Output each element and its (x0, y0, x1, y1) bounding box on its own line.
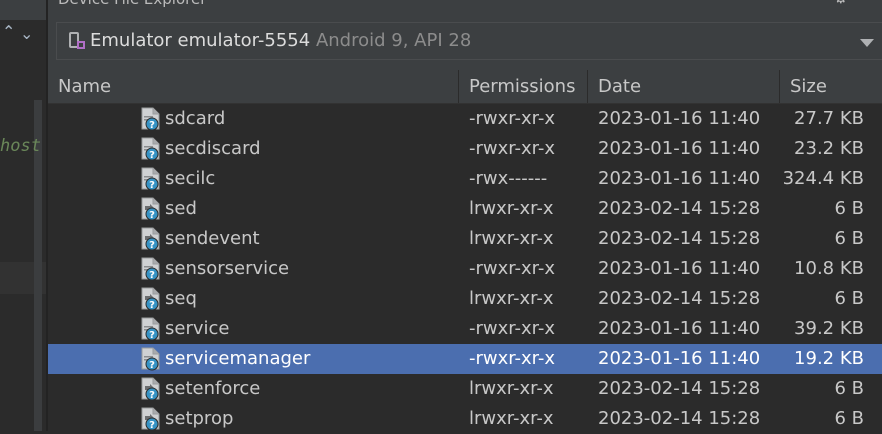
file-permissions: -rwxr-xr-x (469, 108, 556, 129)
file-permissions: lrwxr-xr-x (469, 228, 554, 249)
table-header: Name Permissions Date Size (48, 70, 882, 104)
settings-icon[interactable]: ⚙ (834, 0, 848, 7)
file-date: 2023-01-16 11:40 (598, 108, 761, 129)
emulator-badge-icon (77, 41, 85, 49)
table-row[interactable]: ? seq lrwxr-xr-x 2023-02-14 15:28 6 B (48, 284, 882, 314)
table-row[interactable]: ? setprop lrwxr-xr-x 2023-02-14 15:28 6 B (48, 404, 882, 434)
table-row[interactable]: ? secilc -rwx------ 2023-01-16 11:40 324.4 … (48, 164, 882, 194)
file-name: setenforce (165, 378, 261, 399)
file-permissions: -rwxr-xr-x (469, 348, 556, 369)
editor-strip: ⌃ ⌄ host (0, 0, 46, 431)
file-size: 23.2 KB (794, 138, 864, 159)
column-header-name[interactable]: Name (48, 70, 458, 103)
file-unknown-icon: ? (141, 107, 160, 131)
svg-text:?: ? (149, 300, 155, 311)
svg-text:?: ? (149, 270, 155, 281)
column-header-size[interactable]: Size (780, 70, 882, 103)
svg-text:?: ? (149, 180, 155, 191)
table-row[interactable]: ? sed lrwxr-xr-x 2023-02-14 15:28 6 B (48, 194, 882, 224)
dropdown-arrow-icon[interactable] (860, 39, 874, 47)
file-unknown-icon: ? (141, 317, 160, 341)
svg-text:?: ? (149, 360, 155, 371)
svg-text:?: ? (149, 390, 155, 401)
device-file-explorer-panel: Device File Explorer ⚙ Emulator emulator… (48, 0, 882, 431)
file-link-icon: ? (141, 377, 160, 401)
file-link-icon: ? (141, 407, 160, 431)
file-date: 2023-01-16 11:40 (598, 318, 761, 339)
file-size: 27.7 KB (794, 108, 864, 129)
file-permissions: lrwxr-xr-x (469, 288, 554, 309)
file-date: 2023-02-14 15:28 (598, 228, 761, 249)
file-size: 6 B (834, 228, 864, 249)
file-size: 6 B (834, 198, 864, 219)
file-unknown-icon: ? (141, 347, 160, 371)
file-date: 2023-01-16 11:40 (598, 348, 761, 369)
file-date: 2023-01-16 11:40 (598, 138, 761, 159)
file-date: 2023-02-14 15:28 (598, 288, 761, 309)
editor-tab-bar (0, 0, 46, 20)
device-label: Emulator emulator-5554 Android 9, API 28 (90, 30, 471, 51)
file-size: 10.8 KB (794, 258, 864, 279)
file-permissions: -rwxr-xr-x (469, 318, 556, 339)
file-size: 39.2 KB (794, 318, 864, 339)
svg-text:?: ? (149, 210, 155, 221)
file-name: secdiscard (165, 138, 261, 159)
editor-code-fragment: host (0, 136, 41, 156)
file-permissions: -rwxr-xr-x (469, 258, 556, 279)
table-row[interactable]: ? secdiscard -rwxr-xr-x 2023-01-16 11:40 23… (48, 134, 882, 164)
file-size: 6 B (834, 288, 864, 309)
file-name: sdcard (165, 108, 226, 129)
column-header-permissions[interactable]: Permissions (459, 70, 587, 103)
svg-text:?: ? (149, 330, 155, 341)
file-unknown-icon: ? (141, 137, 160, 161)
file-name: sed (165, 198, 197, 219)
file-date: 2023-01-16 11:40 (598, 258, 761, 279)
panel-title: Device File Explorer (58, 0, 206, 8)
file-permissions: -rwxr-xr-x (469, 138, 556, 159)
file-size: 19.2 KB (794, 348, 864, 369)
file-name: seq (165, 288, 197, 309)
file-size: 6 B (834, 408, 864, 429)
table-row[interactable]: ? servicemanager -rwxr-xr-x 2023-01-16 11:… (48, 344, 882, 374)
file-link-icon: ? (141, 227, 160, 251)
file-date: 2023-01-16 11:40 (598, 168, 761, 189)
table-row[interactable]: ? sensorservice -rwxr-xr-x 2023-01-16 11:4… (48, 254, 882, 284)
file-date: 2023-02-14 15:28 (598, 408, 761, 429)
svg-text:?: ? (149, 240, 155, 251)
svg-text:?: ? (149, 420, 155, 431)
device-name: Emulator emulator-5554 (90, 30, 311, 51)
file-permissions: lrwxr-xr-x (469, 198, 554, 219)
file-permissions: -rwx------ (469, 168, 548, 189)
device-api: Android 9, API 28 (315, 30, 472, 51)
file-unknown-icon: ? (141, 257, 160, 281)
device-selector[interactable]: Emulator emulator-5554 Android 9, API 28 (56, 22, 882, 60)
file-name: sensorservice (165, 258, 290, 279)
file-permissions: lrwxr-xr-x (469, 408, 554, 429)
collapse-up-icon[interactable]: ⌃ (2, 22, 15, 41)
table-row[interactable]: ? sendevent lrwxr-xr-x 2023-02-14 15:28 6 B (48, 224, 882, 254)
file-date: 2023-02-14 15:28 (598, 378, 761, 399)
file-date: 2023-02-14 15:28 (598, 198, 761, 219)
table-row[interactable]: ? setenforce lrwxr-xr-x 2023-02-14 15:28 6 … (48, 374, 882, 404)
file-table: Name Permissions Date Size ? sdcard -rwxr… (48, 70, 882, 431)
file-size: 324.4 KB (782, 168, 864, 189)
column-header-date[interactable]: Date (588, 70, 779, 103)
file-unknown-icon: ? (141, 167, 160, 191)
file-name: servicemanager (165, 348, 311, 369)
svg-text:?: ? (149, 120, 155, 131)
table-row[interactable]: ? sdcard -rwxr-xr-x 2023-01-16 11:40 27.7 K… (48, 104, 882, 134)
file-link-icon: ? (141, 287, 160, 311)
file-size: 6 B (834, 378, 864, 399)
file-name: secilc (165, 168, 216, 189)
file-name: setprop (165, 408, 234, 429)
file-link-icon: ? (141, 197, 160, 221)
table-row[interactable]: ? service -rwxr-xr-x 2023-01-16 11:40 39.2 … (48, 314, 882, 344)
file-name: sendevent (165, 228, 260, 249)
file-permissions: lrwxr-xr-x (469, 378, 554, 399)
file-name: service (165, 318, 230, 339)
svg-text:?: ? (149, 150, 155, 161)
chevron-down-icon[interactable]: ⌄ (20, 24, 33, 43)
